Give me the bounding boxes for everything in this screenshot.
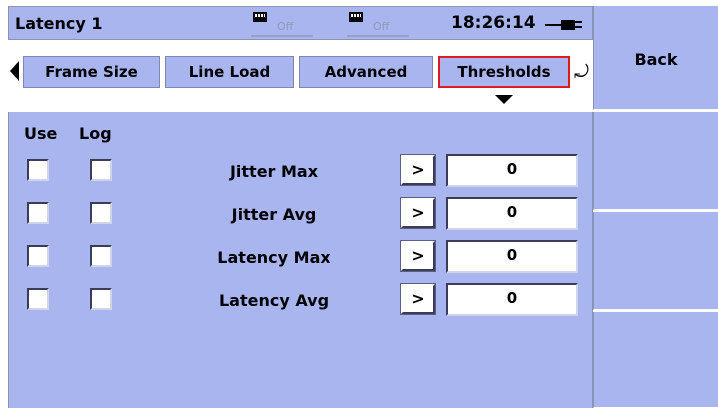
threshold-label: Jitter Max <box>229 162 319 181</box>
threshold-row-latency-avg: Latency Avg > 0 <box>9 282 594 318</box>
tab-frame-size[interactable]: Frame Size <box>23 56 160 88</box>
edit-threshold-button[interactable]: > <box>400 283 436 315</box>
threshold-row-latency-max: Latency Max > 0 <box>9 239 594 275</box>
edit-threshold-button[interactable]: > <box>400 240 436 272</box>
tab-line-load[interactable]: Line Load <box>165 56 294 88</box>
column-header-use: Use <box>24 124 58 143</box>
softkey-4[interactable] <box>593 312 718 408</box>
log-checkbox[interactable] <box>90 245 112 267</box>
tab-bar: Frame Size Line Load Advanced Thresholds… <box>8 40 593 112</box>
use-checkbox[interactable] <box>27 202 49 224</box>
threshold-value-field[interactable]: 0 <box>446 283 578 316</box>
clock: 18:26:14 <box>451 13 536 33</box>
thresholds-panel: Use Log Jitter Max > 0 Jitter Avg > 0 La… <box>8 112 593 408</box>
use-checkbox[interactable] <box>27 288 49 310</box>
back-button[interactable]: Back <box>593 6 718 110</box>
port-1-underline <box>251 35 313 37</box>
ethernet-port-icon <box>349 12 363 22</box>
threshold-value-field[interactable]: 0 <box>446 240 578 273</box>
threshold-label: Jitter Avg <box>231 205 317 224</box>
status-bar: Latency 1 Off Off 18:26:14 <box>8 6 593 40</box>
log-checkbox[interactable] <box>90 288 112 310</box>
page-title: Latency 1 <box>15 14 103 33</box>
port-2-status-text: Off <box>373 20 390 33</box>
active-tab-indicator-icon <box>495 95 513 104</box>
threshold-value-field[interactable]: 0 <box>446 154 578 187</box>
tab-advanced[interactable]: Advanced <box>299 56 433 88</box>
use-checkbox[interactable] <box>27 245 49 267</box>
port-2-status: Off <box>347 11 409 39</box>
threshold-row-jitter-avg: Jitter Avg > 0 <box>9 196 594 232</box>
port-1-status-text: Off <box>277 20 294 33</box>
column-header-log: Log <box>79 124 112 143</box>
ethernet-port-icon <box>253 12 267 22</box>
use-checkbox[interactable] <box>27 159 49 181</box>
softkey-panel: Back <box>593 0 718 408</box>
threshold-row-jitter-max: Jitter Max > 0 <box>9 153 594 189</box>
ac-power-plug-icon <box>545 20 587 30</box>
arrow-left-icon[interactable] <box>10 61 19 81</box>
log-checkbox[interactable] <box>90 159 112 181</box>
softkey-3[interactable] <box>593 212 718 310</box>
edit-threshold-button[interactable]: > <box>400 197 436 229</box>
port-1-status: Off <box>251 11 313 39</box>
edit-threshold-button[interactable]: > <box>400 154 436 186</box>
threshold-label: Latency Avg <box>218 291 330 310</box>
softkey-2[interactable] <box>593 112 718 210</box>
tab-thresholds[interactable]: Thresholds <box>438 56 570 88</box>
threshold-value-field[interactable]: 0 <box>446 197 578 230</box>
log-checkbox[interactable] <box>90 202 112 224</box>
threshold-label: Latency Max <box>217 248 331 267</box>
cycle-arrow-icon[interactable]: ⤾ <box>574 62 589 83</box>
port-2-underline <box>347 35 409 37</box>
